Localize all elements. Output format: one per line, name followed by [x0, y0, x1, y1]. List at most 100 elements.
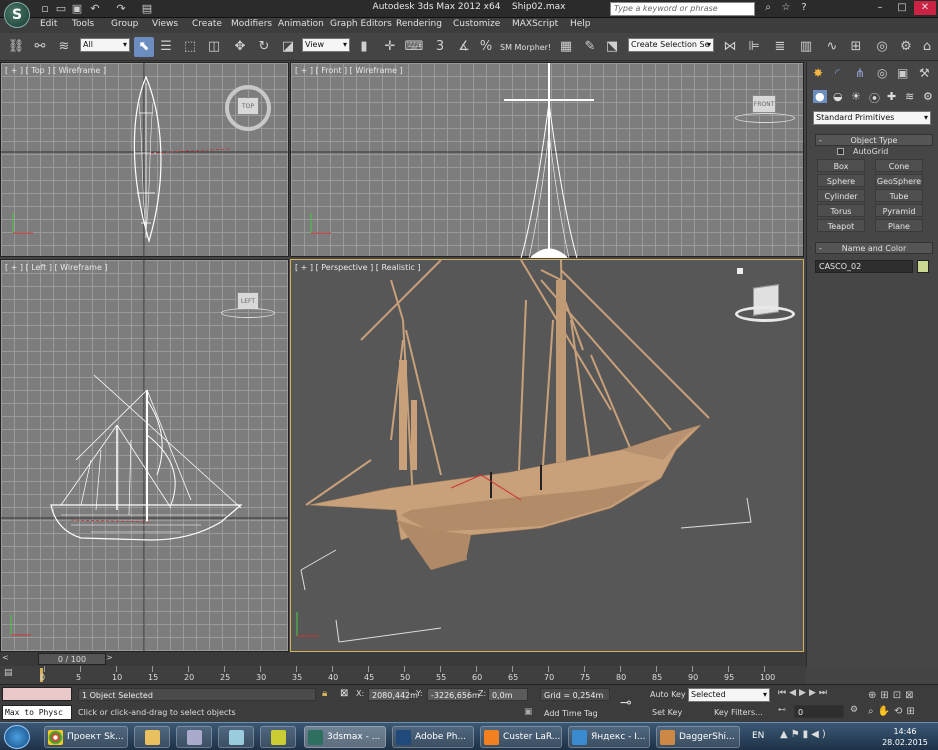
render-icon[interactable]: ⌂	[918, 37, 936, 57]
task-daggershield[interactable]: DaggerShi...	[656, 726, 740, 748]
task-ie[interactable]: Яндекс - I...	[568, 726, 650, 748]
tube-button[interactable]: Tube	[875, 189, 923, 202]
maxscript-listener-pink[interactable]	[2, 687, 72, 701]
task-notes[interactable]	[218, 726, 254, 748]
motion-tab-icon[interactable]: ◎	[877, 66, 887, 80]
menu-group[interactable]: Group	[111, 19, 138, 29]
select-and-scale-icon[interactable]: ◪	[278, 37, 298, 57]
viewport-top[interactable]: [ + ] [ Top ] [ Wireframe ] TOP	[0, 62, 290, 258]
time-configuration-icon[interactable]: ⚙	[850, 705, 858, 715]
layer-manager-icon[interactable]: ≣	[770, 37, 790, 57]
binoculars-icon[interactable]: ⌕	[760, 1, 776, 15]
autogrid-checkbox[interactable]	[837, 148, 844, 155]
named-selection-icon[interactable]: ⬔	[602, 37, 622, 57]
name-color-rollout-header[interactable]: - Name and Color	[815, 242, 933, 254]
home-icon[interactable]	[737, 268, 743, 274]
menu-modifiers[interactable]: Modifiers	[231, 19, 272, 29]
menu-edit[interactable]: Edit	[40, 19, 57, 29]
playback-controls[interactable]: ⏮◀▶▶⏭	[778, 688, 868, 702]
maximize-button[interactable]: □	[892, 1, 912, 15]
menu-views[interactable]: Views	[152, 19, 178, 29]
create-tab-icon[interactable]: ✸	[813, 66, 823, 80]
link-icon[interactable]: ⛓	[6, 37, 26, 57]
viewport-perspective[interactable]: [ + ] [ Perspective ] [ Realistic ]	[290, 259, 804, 652]
pivot-center-icon[interactable]: ▮	[354, 37, 374, 57]
utilities-tab-icon[interactable]: ⚒	[919, 66, 930, 80]
object-name-input[interactable]: CASCO_02	[815, 260, 913, 273]
set-key-mode-icon[interactable]: ⊸	[620, 695, 632, 711]
language-indicator[interactable]: EN	[752, 731, 764, 741]
torus-button[interactable]: Torus	[817, 204, 865, 217]
named-selection-set-dropdown[interactable]: Create Selection Se	[628, 38, 714, 52]
key-filters-button[interactable]: Key Filters...	[714, 708, 763, 717]
task-photoshop[interactable]: Adobe Ph...	[392, 726, 474, 748]
hierarchy-tab-icon[interactable]: ⋔	[855, 66, 865, 80]
slider-next-icon[interactable]: >	[106, 653, 116, 664]
viewport-left[interactable]: [ + ] [ Left ] [ Wireframe ] LEFT	[0, 259, 290, 653]
menu-create[interactable]: Create	[192, 19, 222, 29]
material-editor-icon[interactable]: ◎	[872, 37, 892, 57]
set-key-button[interactable]: Set Key	[652, 708, 682, 717]
schematic-view-icon[interactable]: ⊞	[846, 37, 866, 57]
viewcube-top[interactable]: TOP	[237, 97, 259, 115]
tray-icons[interactable]: ▲⚑▮◀)	[780, 729, 829, 740]
select-object-icon[interactable]: ⬉	[134, 37, 154, 57]
z-coordinate-field[interactable]: 0,0m	[488, 688, 528, 701]
absolute-mode-icon[interactable]: ⊠	[340, 688, 348, 699]
keyboard-shortcut-override-icon[interactable]: ⌨	[404, 37, 424, 57]
plane-button[interactable]: Plane	[875, 219, 923, 232]
track-bar[interactable]: ▤ 0 5 10 15 20 25 30 35 40 45 50 55 60 65 70 75 80 85 90 95…	[0, 666, 806, 684]
sphere-button[interactable]: Sphere	[817, 174, 865, 187]
snaps-toggle[interactable]: 3	[430, 37, 450, 57]
cylinder-button[interactable]: Cylinder	[817, 189, 865, 202]
cone-button[interactable]: Cone	[875, 159, 923, 172]
sm-morpher-button[interactable]: SM Morpher!	[500, 43, 551, 52]
task-apps[interactable]	[260, 726, 296, 748]
edit-named-selection-icon[interactable]: ✎	[580, 37, 600, 57]
modify-tab-icon[interactable]: ◜	[835, 66, 840, 80]
viewport-navigation-controls[interactable]: ⊕⊞⊡⊠ ⌕✋⟲⊞	[868, 688, 936, 720]
close-button[interactable]: ✕	[914, 1, 936, 15]
category-dropdown[interactable]: Standard Primitives	[813, 111, 931, 125]
lights-icon[interactable]: ☀	[851, 90, 861, 103]
cameras-icon[interactable]: ⦿	[869, 90, 880, 106]
current-frame-field[interactable]: 0	[794, 705, 844, 718]
slider-prev-icon[interactable]: <	[2, 653, 12, 664]
new-file-icon[interactable]: ▫	[38, 2, 52, 15]
checker-icon[interactable]: ▦	[556, 37, 576, 57]
redo-icon[interactable]: ↷	[114, 2, 128, 15]
render-setup-icon[interactable]: ⚙	[896, 37, 916, 57]
geometry-icon[interactable]: ●	[813, 90, 827, 103]
object-color-swatch[interactable]	[917, 260, 929, 273]
helpers-icon[interactable]: ✚	[887, 90, 896, 103]
search-input[interactable]: Type a keyword or phrase	[610, 2, 755, 16]
viewport-front[interactable]: [ + ] [ Front ] [ Wireframe ] FRONT	[290, 62, 805, 258]
geosphere-button[interactable]: GeoSphere	[875, 174, 923, 187]
space-warps-icon[interactable]: ≋	[905, 90, 914, 103]
y-coordinate-field[interactable]: -3226,656m	[427, 688, 480, 701]
display-tab-icon[interactable]: ▣	[897, 66, 908, 80]
menu-help[interactable]: Help	[570, 19, 591, 29]
rectangular-selection-icon[interactable]: ⬚	[180, 37, 200, 57]
select-by-name-icon[interactable]: ☰	[156, 37, 176, 57]
key-mode-dropdown[interactable]: Selected	[688, 688, 770, 702]
selection-filter-dropdown[interactable]: All	[80, 38, 130, 52]
key-mode-toggle-icon[interactable]: ⊷	[778, 705, 786, 714]
menu-rendering[interactable]: Rendering	[396, 19, 442, 29]
task-calculator[interactable]	[176, 726, 212, 748]
task-3dsmax[interactable]: 3dsmax - ...	[304, 726, 386, 748]
time-tag-icon[interactable]: ▣	[524, 707, 533, 717]
pyramid-button[interactable]: Pyramid	[875, 204, 923, 217]
time-slider-thumb[interactable]: 0 / 100	[38, 653, 106, 665]
graphite-tools-icon[interactable]: ▥	[796, 37, 816, 57]
viewcube-front[interactable]: FRONT	[752, 95, 776, 113]
lock-selection-icon[interactable]: 🔒︎	[322, 688, 327, 699]
menu-graph-editors[interactable]: Graph Editors	[330, 19, 392, 29]
minimize-button[interactable]: –	[870, 1, 890, 15]
unlink-icon[interactable]: ⚯	[30, 37, 50, 57]
object-type-rollout-header[interactable]: - Object Type	[815, 134, 933, 146]
open-file-icon[interactable]: ▭	[54, 2, 68, 15]
curve-editor-icon[interactable]: ∿	[822, 37, 842, 57]
window-crossing-icon[interactable]: ◫	[204, 37, 224, 57]
undo-icon[interactable]: ↶	[88, 2, 102, 15]
